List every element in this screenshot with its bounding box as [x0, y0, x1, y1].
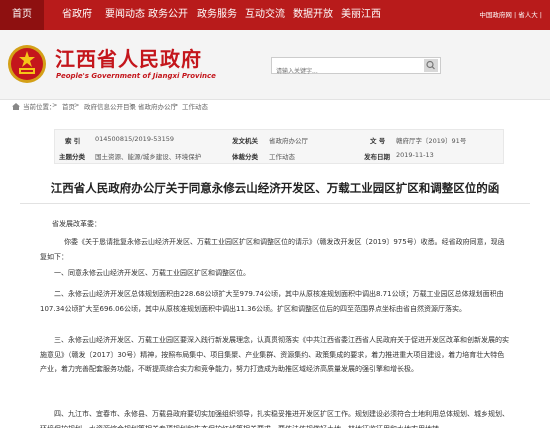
article-title: 江西省人民政府办公厅关于同意永修云山经济开发区、万载工业园区扩区和调整区位的函	[50, 181, 500, 195]
title-divider	[20, 203, 530, 204]
date-label: 发布日期	[364, 153, 390, 161]
category-value: 工作动态	[269, 153, 295, 161]
nav-home[interactable]: 首页	[0, 0, 44, 30]
breadcrumb-work-news[interactable]: 工作动态	[182, 101, 208, 111]
article-paragraph: 二、永修云山经济开发区总体规划面积由228.68公顷扩大至979.74公顷，其中…	[40, 290, 504, 313]
issuer-value: 省政府办公厅	[269, 137, 308, 145]
breadcrumb: 当前位置： > 首页 > 政府信息公开目录 > 省政府办公厅 > 工作动态	[0, 99, 550, 113]
nav-interaction[interactable]: 互动交流	[245, 0, 285, 30]
nav-open-data[interactable]: 数据开放	[293, 0, 333, 30]
breadcrumb-sep: >	[52, 101, 58, 109]
index-label: 索 引	[65, 137, 81, 145]
search-box	[271, 57, 441, 79]
article-paragraph: 你委《关于恳请批复永修云山经济开发区、万载工业园区扩区和调整区位的请示》（赣发改…	[40, 238, 505, 261]
article-salutation: 省发展改革委：	[52, 220, 101, 228]
home-icon	[12, 103, 20, 110]
breadcrumb-sep: >	[129, 101, 135, 109]
date-value: 2019-11-13	[396, 151, 434, 159]
nav-provincial-government[interactable]: 省政府	[62, 0, 92, 30]
docno-value: 赣府厅字〔2019〕91号	[396, 137, 467, 145]
topic-label: 主题分类	[59, 153, 85, 161]
article-paragraph: 一、同意永修云山经济开发区、万载工业园区扩区和调整区位。	[54, 269, 250, 277]
docno-label: 文 号	[370, 137, 386, 145]
nav-gov-affairs[interactable]: 政务公开	[148, 0, 188, 30]
site-subtitle: People's Government of Jiangxi Province	[56, 72, 216, 80]
nav-beautiful-jiangxi[interactable]: 美丽江西	[341, 0, 381, 30]
index-value: 014500815/2019-53159	[95, 135, 174, 143]
document-info-table: 索 引 014500815/2019-53159 发文机关 省政府办公厅 文 号…	[54, 129, 504, 164]
article-paragraph: 三、永修云山经济开发区、万载工业园区要深入践行新发展理念，认真贯彻落实《中共江西…	[40, 336, 509, 373]
nav-external-links[interactable]: 中国政府网 | 省人大 |	[479, 0, 542, 30]
national-emblem-icon	[6, 43, 48, 85]
search-button[interactable]	[424, 59, 438, 72]
category-label: 体裁分类	[232, 153, 258, 161]
breadcrumb-prefix: 当前位置：	[23, 103, 56, 111]
issuer-label: 发文机关	[232, 137, 258, 145]
nav-news[interactable]: 要闻动态	[105, 0, 145, 30]
top-nav: 首页 省政府 要闻动态 政务公开 政务服务 互动交流 数据开放 美丽江西 中国政…	[0, 0, 550, 30]
breadcrumb-sep: >	[173, 101, 179, 109]
nav-gov-services[interactable]: 政务服务	[197, 0, 237, 30]
site-header: 江西省人民政府 People's Government of Jiangxi P…	[0, 30, 550, 100]
article-paragraph: 四、九江市、宜春市、永修县、万载县政府要切实加强组织领导，扎实稳妥推进开发区扩区…	[40, 410, 509, 428]
site-title: 江西省人民政府	[55, 47, 202, 71]
breadcrumb-office[interactable]: 省政府办公厅	[138, 101, 177, 111]
search-input[interactable]	[272, 64, 440, 79]
topic-value: 国土资源、能源/城乡建设、环境保护	[95, 153, 202, 161]
search-icon	[426, 60, 435, 70]
breadcrumb-sep: >	[74, 101, 80, 109]
